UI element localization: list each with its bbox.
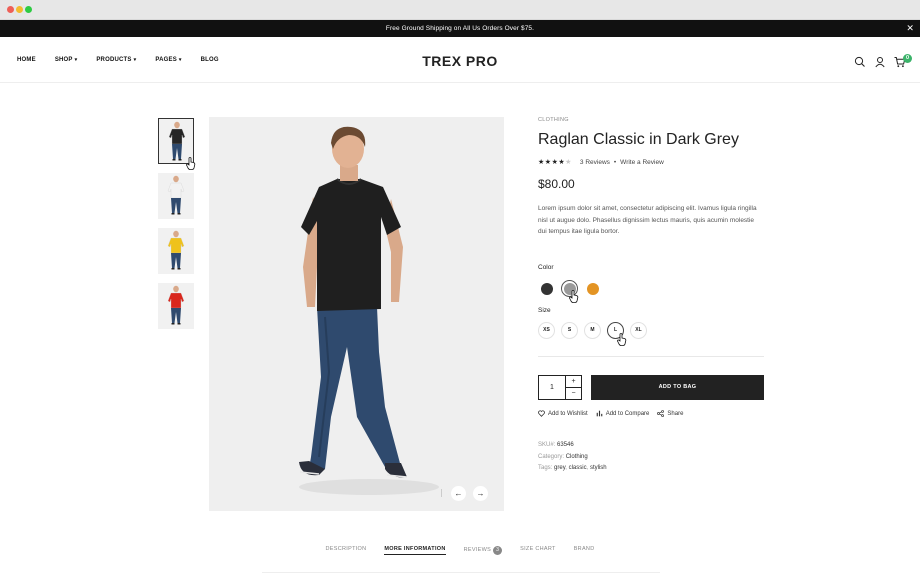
product-category[interactable]: CLOTHING — [538, 117, 764, 123]
product-details: CLOTHING Raglan Classic in Dark Grey ★★★… — [538, 117, 764, 238]
tab-description[interactable]: DESCRIPTION — [326, 546, 367, 555]
add-to-compare-link[interactable]: Add to Compare — [596, 410, 650, 417]
thumbnail-2[interactable] — [158, 173, 194, 219]
hand-cursor-icon — [186, 157, 196, 170]
reviews-count-badge: 3 — [493, 546, 503, 555]
product-description: Lorem ipsum dolor sit amet, consectetur … — [538, 205, 757, 235]
color-swatch-3[interactable] — [584, 280, 601, 297]
star-icon: ★ — [544, 159, 552, 166]
hand-cursor-icon — [617, 333, 627, 346]
thumbnail-image — [167, 285, 185, 325]
share-link[interactable]: Share — [657, 410, 683, 417]
maximize-window-button[interactable] — [25, 6, 32, 13]
size-option-xs[interactable]: XS — [538, 322, 555, 339]
cart-icon[interactable]: 0 — [894, 54, 912, 68]
main-product-image[interactable]: ← → — [209, 117, 504, 511]
tag-link[interactable]: classic — [569, 465, 587, 471]
announcement-bar: Free Ground Shipping on All Us Orders Ov… — [0, 20, 920, 37]
quantity-stepper: 1 + − — [538, 375, 582, 400]
separator-dot: • — [613, 158, 617, 166]
arrow-right-icon[interactable]: → — [473, 486, 488, 501]
product-actions: Add to Wishlist Add to Compare Share — [538, 410, 691, 417]
color-label: Color — [538, 264, 554, 271]
cart-count-badge: 0 — [903, 54, 912, 63]
announcement-close-icon[interactable]: ✕ — [906, 20, 914, 37]
write-review-link[interactable]: Write a Review — [620, 159, 664, 166]
thumbnail-list — [158, 118, 194, 338]
tag-link[interactable]: stylish — [590, 465, 607, 471]
category-label: Category: — [538, 453, 565, 460]
star-icon: ★ — [565, 159, 572, 166]
quantity-input[interactable]: 1 — [539, 376, 565, 399]
user-icon[interactable] — [874, 55, 886, 68]
model-photo — [299, 126, 439, 495]
tags-row: Tags: grey, classic, stylish — [538, 465, 607, 471]
sku-label: SKU#: — [538, 442, 556, 448]
thumbnail-image — [167, 230, 185, 270]
wishlist-label: Add to Wishlist — [548, 410, 588, 417]
category-row: Category: Clothing — [538, 452, 607, 464]
category-link[interactable]: Clothing — [566, 454, 588, 460]
size-options: XS S M L XL — [538, 322, 653, 339]
tab-reviews[interactable]: REVIEWS 3 — [463, 546, 503, 555]
heart-icon — [538, 410, 545, 417]
tab-size-chart[interactable]: SIZE CHART — [520, 546, 556, 555]
header-icons: 0 — [846, 54, 912, 68]
reviews-link[interactable]: 3 Reviews — [580, 159, 610, 166]
star-icon: ★ — [538, 159, 545, 166]
product-title: Raglan Classic in Dark Grey — [538, 131, 739, 148]
tags-label: Tags: — [538, 465, 553, 471]
tab-more-information[interactable]: MORE INFORMATION — [384, 546, 446, 555]
product-tabs: DESCRIPTION MORE INFORMATION REVIEWS 3 SI… — [0, 546, 920, 555]
tag-link[interactable]: grey — [554, 465, 565, 471]
rating-row: ★★★★★ 3 Reviews • Write a Review — [538, 158, 764, 167]
add-to-wishlist-link[interactable]: Add to Wishlist — [538, 410, 588, 417]
image-divider — [441, 489, 442, 497]
share-label: Share — [667, 410, 684, 417]
window-titlebar — [0, 0, 920, 20]
tab-reviews-label: REVIEWS — [463, 547, 492, 553]
search-icon[interactable] — [854, 55, 866, 67]
announcement-text: Free Ground Shipping on All Us Orders Ov… — [385, 25, 535, 32]
divider — [538, 356, 764, 357]
star-rating: ★★★★★ — [538, 158, 572, 166]
product-price: $80.00 — [538, 177, 575, 191]
quantity-decrease-button[interactable]: − — [565, 387, 581, 399]
color-swatch-1[interactable] — [538, 280, 555, 297]
add-to-bag-button[interactable]: ADD TO BAG — [591, 375, 764, 400]
tab-brand[interactable]: BRAND — [574, 546, 595, 555]
sku-value: 63546 — [557, 442, 574, 448]
thumbnail-3[interactable] — [158, 228, 194, 274]
product-meta: SKU#: 63546 Category: Clothing Tags: gre… — [538, 440, 607, 475]
tabs-divider — [262, 572, 660, 573]
color-swatch-fill — [540, 282, 553, 295]
minimize-window-button[interactable] — [16, 6, 23, 13]
bar-chart-icon — [596, 410, 602, 417]
arrow-left-icon[interactable]: ← — [451, 486, 466, 501]
hand-cursor-icon — [569, 290, 579, 303]
site-logo[interactable]: TREX PRO — [0, 53, 920, 69]
thumbnail-4[interactable] — [158, 283, 194, 329]
share-icon — [657, 410, 665, 417]
color-swatch-fill — [586, 282, 599, 295]
size-option-xl[interactable]: XL — [630, 322, 647, 339]
quantity-increase-button[interactable]: + — [565, 376, 581, 388]
site-header: HOME SHOP ▾ PRODUCTS ▾ PAGES ▾ BLOG TREX PR… — [0, 37, 920, 83]
sku-row: SKU#: 63546 — [538, 440, 607, 452]
close-window-button[interactable] — [7, 6, 14, 13]
size-option-s[interactable]: S — [561, 322, 578, 339]
compare-label: Add to Compare — [605, 410, 650, 417]
thumbnail-image — [167, 175, 185, 215]
size-option-m[interactable]: M — [584, 322, 601, 339]
size-label: Size — [538, 307, 551, 314]
